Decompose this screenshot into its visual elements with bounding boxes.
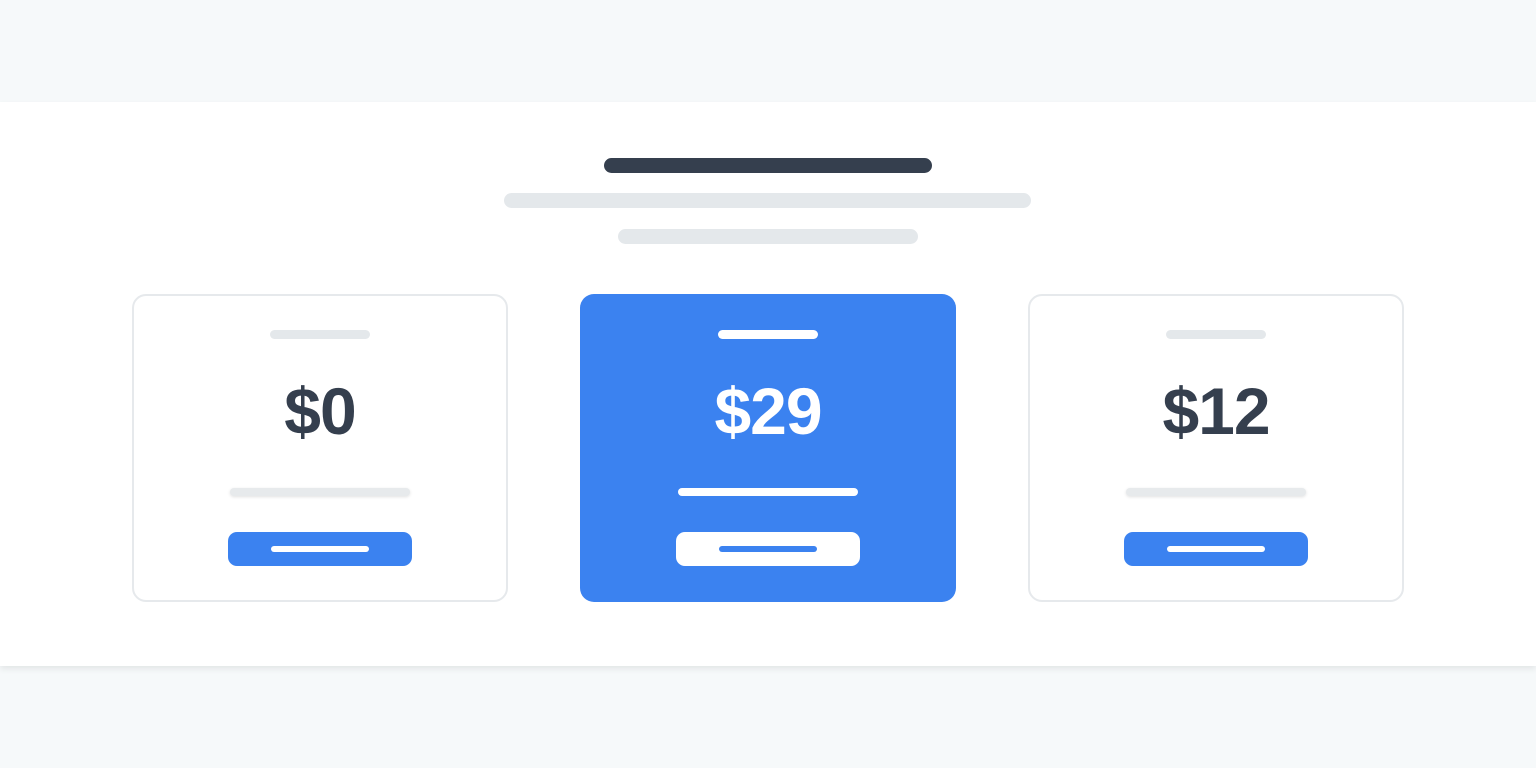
pricing-card-featured: $29 (580, 294, 956, 602)
pricing-card-free: $0 (132, 294, 508, 602)
button-label-placeholder (271, 546, 369, 552)
pricing-card-basic: $12 (1028, 294, 1404, 602)
plan-feature-placeholder (678, 488, 858, 496)
plan-name-placeholder (718, 330, 818, 339)
plan-select-button[interactable] (676, 532, 860, 566)
pricing-section: $0 $29 $12 (0, 102, 1536, 666)
section-subtitle-placeholder-line-2 (618, 229, 918, 244)
plan-select-button[interactable] (1124, 532, 1308, 566)
button-label-placeholder (1167, 546, 1265, 552)
plan-price: $12 (1162, 374, 1270, 448)
plan-name-placeholder (1166, 330, 1266, 339)
plan-feature-placeholder (1126, 488, 1306, 496)
plan-feature-placeholder (230, 488, 410, 496)
section-title-placeholder (604, 158, 932, 173)
section-subtitle-placeholder-line-1 (504, 193, 1031, 208)
plan-price: $29 (714, 374, 822, 448)
plan-price: $0 (284, 374, 356, 448)
button-label-placeholder (719, 546, 817, 552)
plan-name-placeholder (270, 330, 370, 339)
plan-select-button[interactable] (228, 532, 412, 566)
